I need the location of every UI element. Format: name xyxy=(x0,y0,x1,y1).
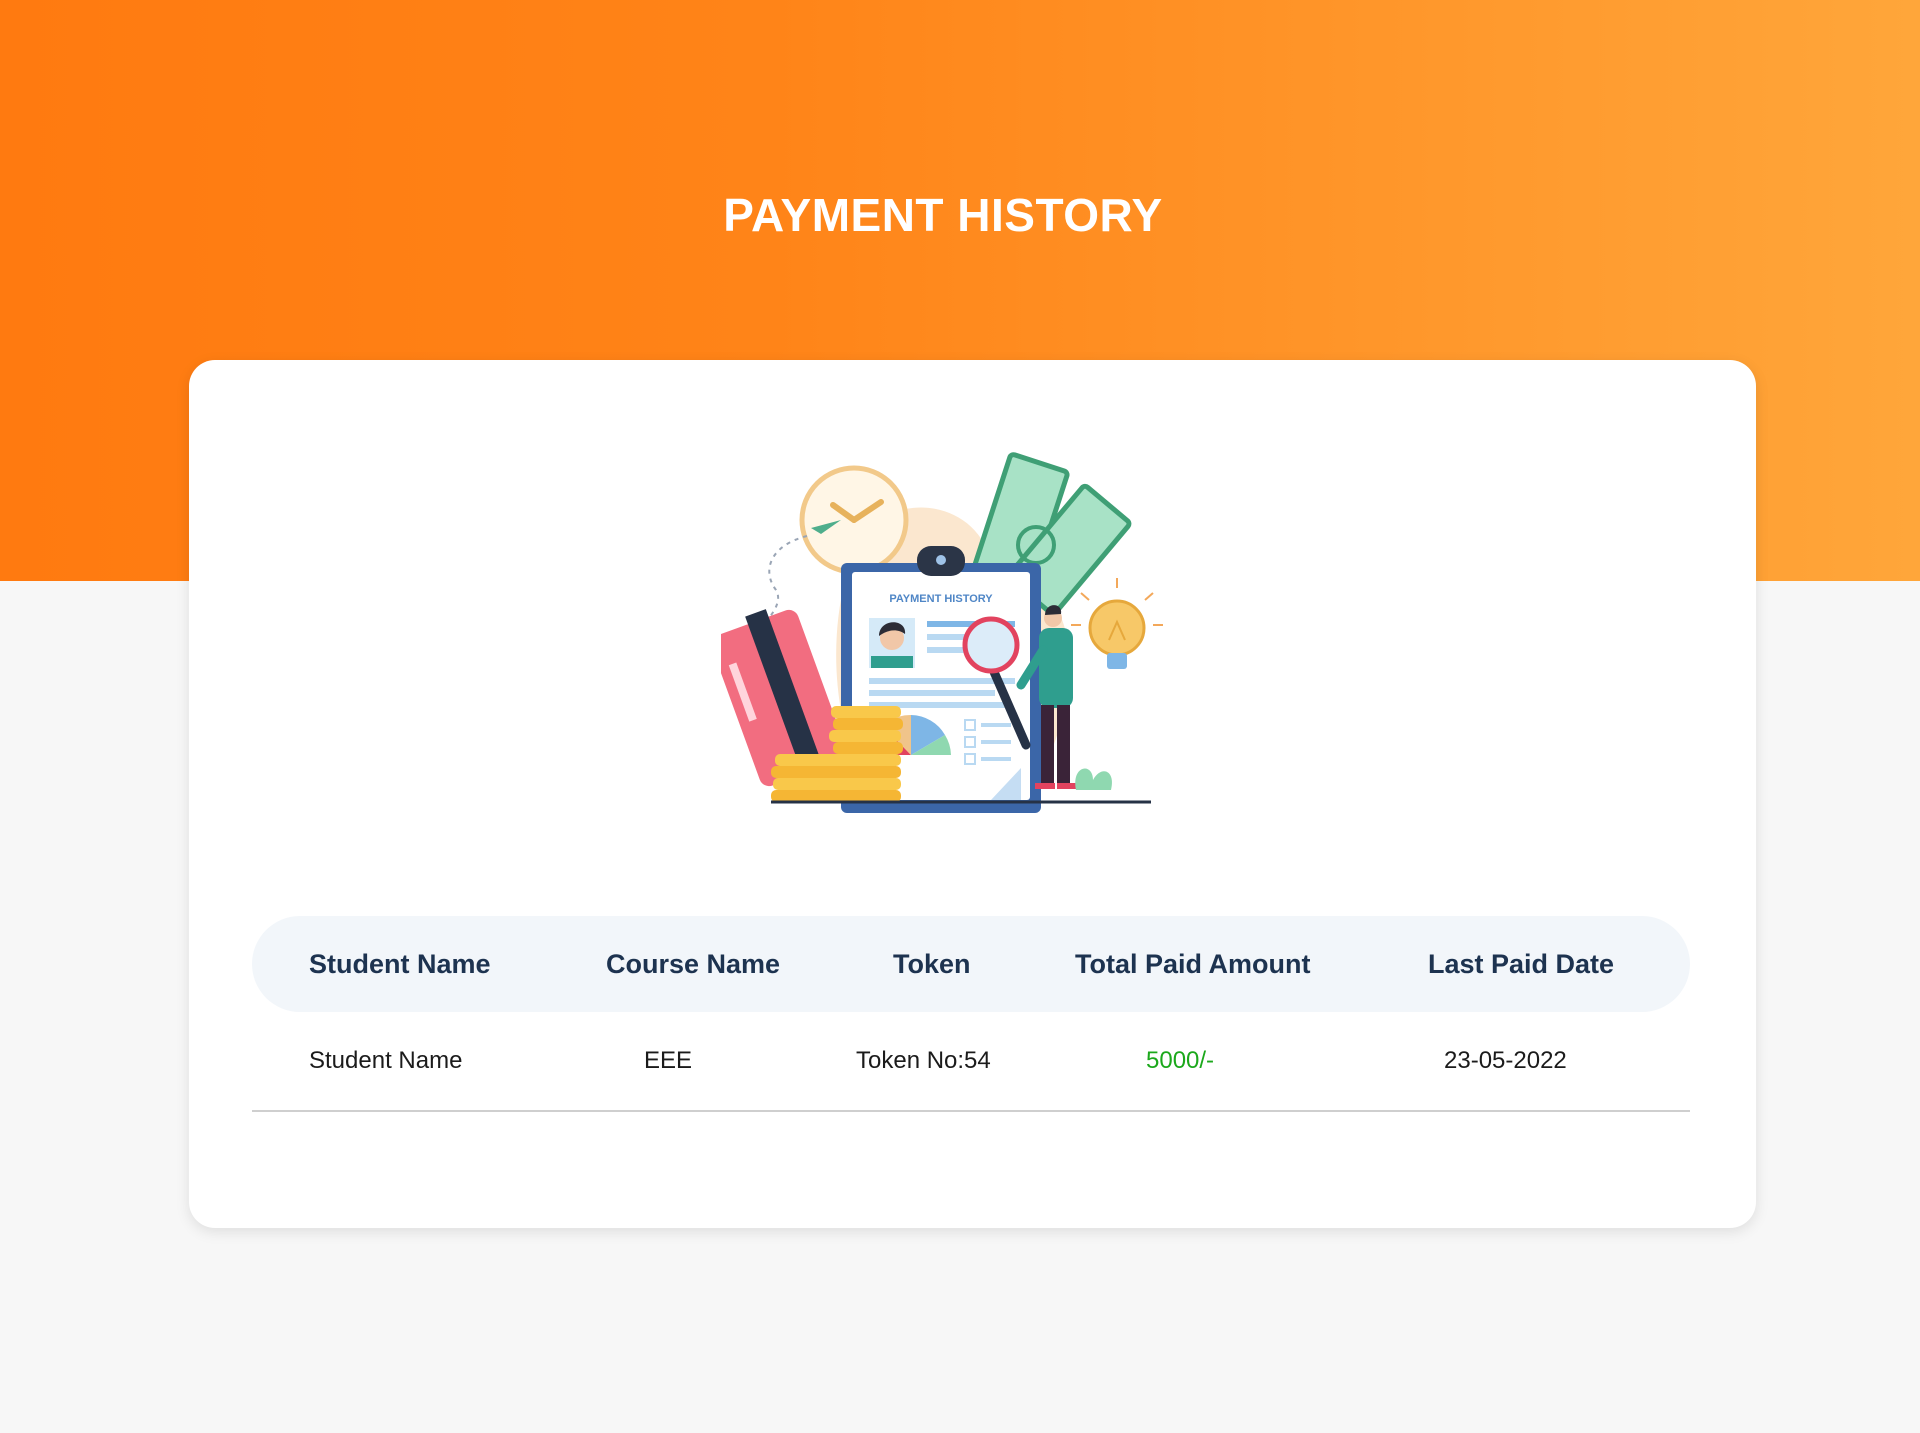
cell-student-name: Student Name xyxy=(309,1047,463,1074)
column-header-last-paid-date: Last Paid Date xyxy=(1428,949,1615,979)
column-header-token: Token xyxy=(893,949,971,979)
cell-total-paid-amount: 5000/- xyxy=(1146,1047,1215,1074)
page-title: PAYMENT HISTORY xyxy=(723,189,1163,241)
payment-history-card: PAYMENT HISTORY Student Name Course Name… xyxy=(189,360,1756,1228)
cell-last-paid-date: 23-05-2022 xyxy=(1444,1047,1567,1074)
column-header-student-name: Student Name xyxy=(309,949,491,979)
cell-course-name: EEE xyxy=(644,1047,693,1074)
cell-token: Token No:54 xyxy=(856,1047,991,1074)
payment-history-illustration: PAYMENT HISTORY xyxy=(721,452,1163,813)
column-header-course-name: Course Name xyxy=(606,949,781,979)
clipboard-heading: PAYMENT HISTORY xyxy=(889,593,993,605)
column-header-total-paid-amount: Total Paid Amount xyxy=(1075,949,1311,979)
light-bulb-icon xyxy=(1071,578,1163,669)
table-row: Student Name EEE Token No:54 5000/- 23-0… xyxy=(252,1012,1690,1112)
clock-icon xyxy=(799,465,909,575)
table-header: Student Name Course Name Token Total Pai… xyxy=(252,916,1690,1012)
